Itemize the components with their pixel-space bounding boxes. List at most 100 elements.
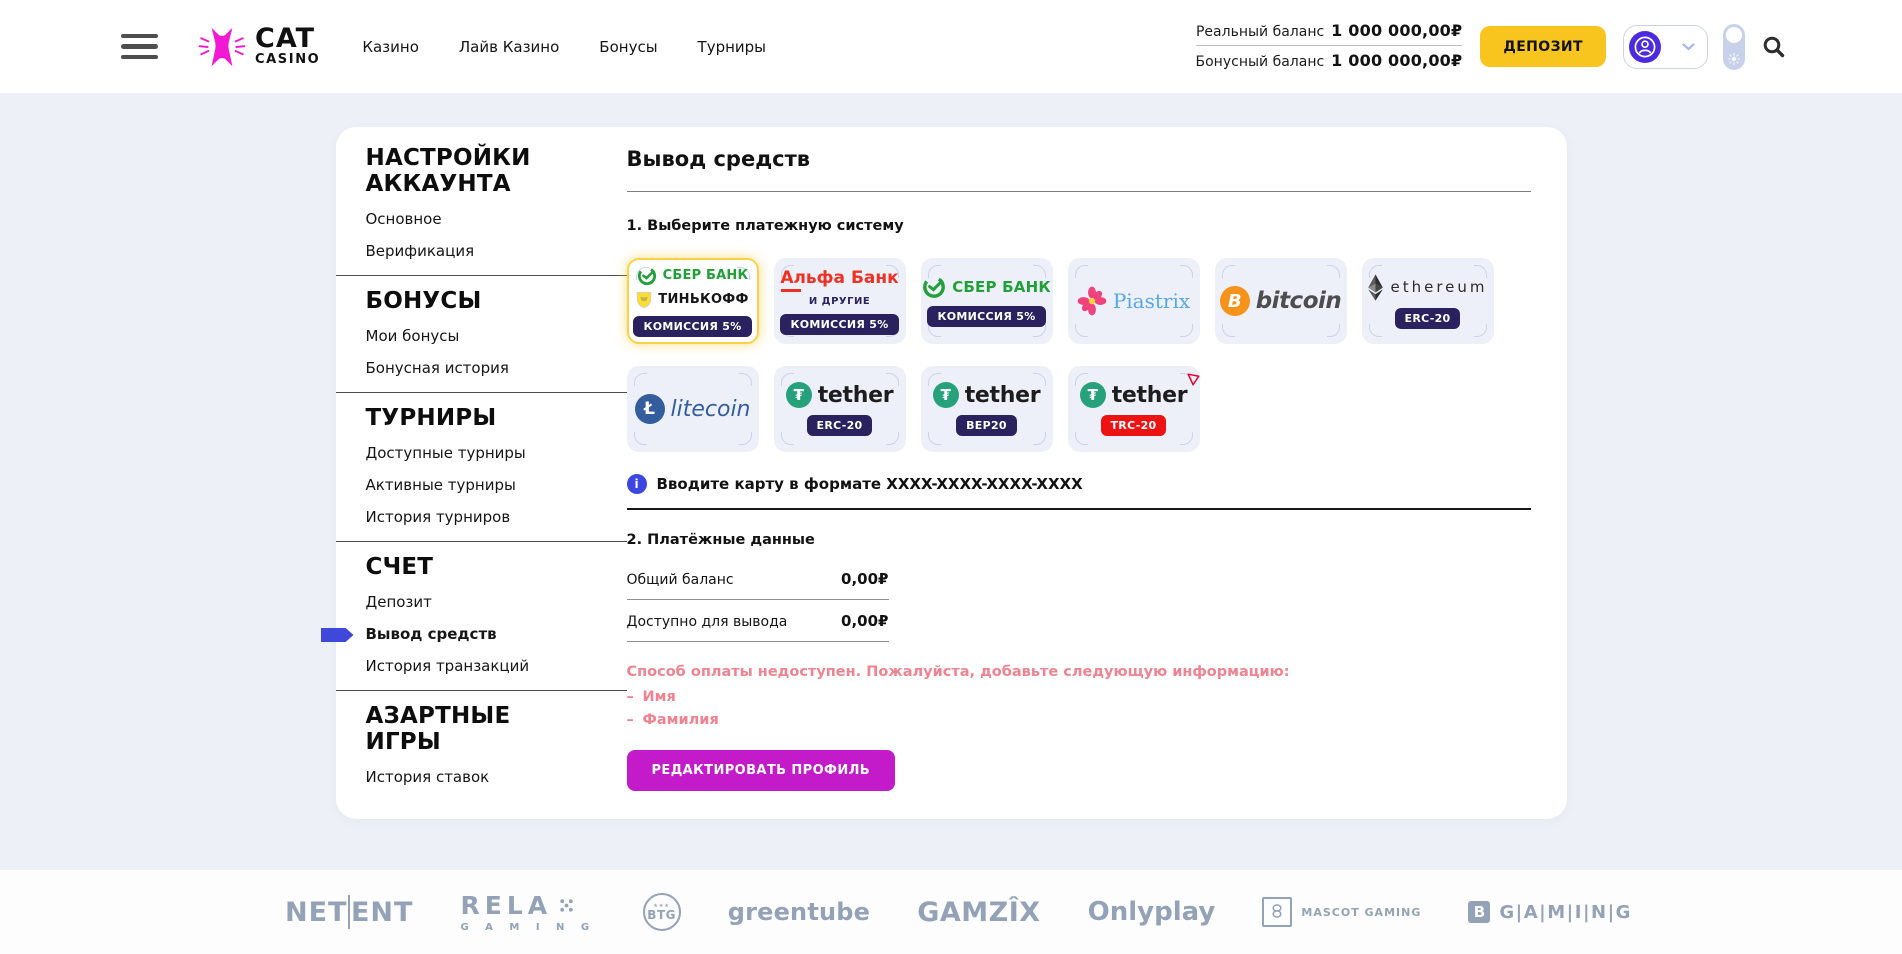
- hamburger-menu-icon[interactable]: [121, 34, 158, 60]
- network-badge: TRC-20: [1101, 415, 1167, 436]
- provider-logo-bgaming: B G|A|M|I|N|G: [1468, 901, 1632, 923]
- total-balance-value: 0,00₽: [841, 570, 888, 588]
- onlyplay-wordmark: Onlyplay: [1088, 897, 1216, 927]
- divider: [627, 508, 1531, 510]
- sidebar-section-tournaments: ТУРНИРЫ Доступные турниры Активные турни…: [336, 392, 627, 541]
- nav-tournaments[interactable]: Турниры: [698, 38, 766, 56]
- sidebar-item-available-tournaments[interactable]: Доступные турниры: [366, 444, 609, 463]
- nav-casino[interactable]: Казино: [362, 38, 419, 56]
- alfa-bank-sublabel: И ДРУГИЕ: [809, 296, 870, 307]
- provider-logo-mascot-gaming: MASCOT GAMING: [1262, 897, 1421, 927]
- tether-label: tether: [818, 383, 894, 408]
- provider-logo-btg: ★★★ BTG: [643, 893, 681, 931]
- tether-row: ₮ tether: [933, 382, 1041, 408]
- payment-tile-tether-bep20[interactable]: ₮ tether BEP20: [921, 366, 1053, 452]
- bitcoin-coin-icon: B: [1220, 286, 1250, 316]
- sidebar-section-title: НАСТРОЙКИ АККАУНТА: [366, 145, 581, 197]
- bonus-balance-row: Бонусный баланс 1 000 000,00₽: [1196, 48, 1463, 75]
- tinkoff-label: ТИНЬКОФФ: [658, 292, 748, 307]
- nav-live-casino[interactable]: Лайв Казино: [459, 38, 559, 56]
- logo-subtitle: CASINO: [255, 52, 320, 67]
- ethereum-label: ethereum: [1390, 278, 1487, 296]
- sidebar-item-my-bonuses[interactable]: Мои бонусы: [366, 327, 609, 346]
- alfa-bank-label: Альфа Банк: [780, 268, 898, 288]
- payment-tile-ethereum[interactable]: ethereum ERC-20: [1362, 258, 1494, 344]
- provider-logo-relax-gaming: RELA G A M I N G: [460, 891, 595, 933]
- sidebar-section-title: БОНУСЫ: [366, 288, 581, 314]
- gamzix-wordmark: GAMZÎX: [917, 897, 1040, 928]
- payment-tile-alfa-bank[interactable]: Альфа Банк И ДРУГИЕ КОМИССИЯ 5%: [774, 258, 906, 344]
- payment-tile-sberbank[interactable]: СБЕР БАНК КОМИССИЯ 5%: [921, 258, 1053, 344]
- provider-logo-gamzix: GAMZÎX: [917, 897, 1040, 928]
- missing-fields-list: Имя Фамилия: [627, 689, 1531, 728]
- sidebar-section-title: АЗАРТНЫЕ ИГРЫ: [366, 703, 581, 755]
- sidebar-section-account: СЧЕТ Депозит Вывод средств История транз…: [336, 541, 627, 690]
- payment-unavailable-warning: Способ оплаты недоступен. Пожалуйста, до…: [627, 664, 1531, 682]
- sidebar-item-verification[interactable]: Верификация: [366, 242, 609, 261]
- available-balance-value: 0,00₽: [841, 612, 888, 630]
- sberbank-row: СБЕР БАНК: [637, 266, 749, 286]
- theme-toggle[interactable]: [1723, 24, 1745, 70]
- tether-label: tether: [1112, 383, 1188, 408]
- provider-logo-netent: NET ENT: [285, 895, 413, 929]
- relax-sub: G A M I N G: [460, 922, 595, 933]
- avatar-icon: [1629, 31, 1661, 63]
- payment-tile-piastrix[interactable]: Piastrix: [1068, 258, 1200, 344]
- sidebar-item-tournament-history[interactable]: История турниров: [366, 508, 609, 527]
- network-badge: BEP20: [956, 415, 1017, 436]
- deposit-button[interactable]: ДЕПОЗИТ: [1480, 26, 1606, 67]
- sidebar-item-active-tournaments[interactable]: Активные турниры: [366, 476, 609, 495]
- profile-menu[interactable]: [1623, 25, 1708, 69]
- sidebar-item-transaction-history[interactable]: История транзакций: [366, 657, 609, 676]
- sidebar-item-withdrawal[interactable]: Вывод средств: [366, 625, 609, 644]
- real-balance-row: Реальный баланс 1 000 000,00₽: [1196, 18, 1463, 46]
- mascot-glyph: [1268, 903, 1286, 921]
- edit-profile-button[interactable]: РЕДАКТИРОВАТЬ ПРОФИЛЬ: [627, 750, 896, 791]
- network-badge: ERC-20: [1395, 308, 1461, 329]
- relax-dots-icon: [560, 899, 573, 912]
- sidebar-section-title: ТУРНИРЫ: [366, 405, 581, 431]
- divider: [627, 191, 1531, 192]
- missing-field-first-name: Имя: [627, 689, 1531, 705]
- sidebar-item-bonus-history[interactable]: Бонусная история: [366, 359, 609, 378]
- netent-part1: NET: [285, 897, 347, 928]
- real-balance-value: 1 000 000,00₽: [1331, 21, 1462, 40]
- sberbank-icon: [922, 275, 946, 299]
- toggle-knob: [1726, 27, 1742, 43]
- piastrix-row: Piastrix: [1077, 286, 1190, 316]
- bgaming-rest: G|A|M|I|N|G: [1499, 902, 1632, 923]
- payment-tile-tether-trc20[interactable]: ₮ tether TRC-20: [1068, 366, 1200, 452]
- commission-badge: КОМИССИЯ 5%: [927, 306, 1045, 327]
- real-balance-label: Реальный баланс: [1196, 24, 1324, 40]
- casino-logo[interactable]: CAT CASINO: [198, 26, 320, 68]
- step1-label: 1. Выберите платежную систему: [627, 218, 1531, 236]
- payment-tile-sber-tinkoff[interactable]: СБЕР БАНК ТИНЬКОФФ КОМИССИЯ 5%: [627, 258, 759, 344]
- payment-tile-tether-erc20[interactable]: ₮ tether ERC-20: [774, 366, 906, 452]
- providers-footer: NET ENT RELA G A M I N G ★★★ BTG: [0, 870, 1902, 954]
- payment-tile-litecoin[interactable]: Ł litecoin: [627, 366, 759, 452]
- btg-label: BTG: [647, 909, 676, 921]
- piastrix-flower-icon: [1077, 286, 1107, 316]
- payment-methods-grid: СБЕР БАНК ТИНЬКОФФ КОМИССИЯ 5% Альфа Бан…: [627, 258, 1531, 452]
- nav-bonuses[interactable]: Бонусы: [599, 38, 657, 56]
- tether-row: ₮ tether: [1080, 382, 1188, 408]
- mascot-emblem-icon: [1262, 897, 1292, 927]
- tether-coin-icon: ₮: [1080, 382, 1106, 408]
- netent-line: [348, 895, 350, 929]
- bonus-balance-label: Бонусный баланс: [1196, 54, 1325, 70]
- mascot-wordmark: MASCOT GAMING: [1301, 906, 1421, 919]
- sidebar-item-label: Вывод средств: [366, 625, 497, 643]
- sidebar-item-bet-history[interactable]: История ставок: [366, 768, 609, 787]
- page-title: Вывод средств: [627, 147, 1531, 171]
- chevron-down-icon: [1682, 43, 1695, 51]
- card-format-hint: i Вводите карту в формате XXXX-XXXX-XXXX…: [627, 474, 1531, 494]
- sidebar-item-deposit[interactable]: Депозит: [366, 593, 609, 612]
- total-balance-row: Общий баланс 0,00₽: [627, 570, 889, 600]
- search-icon: [1762, 35, 1786, 59]
- withdrawal-panel: Вывод средств 1. Выберите платежную сист…: [627, 127, 1567, 819]
- sberbank-label: СБЕР БАНК: [952, 278, 1051, 296]
- search-button[interactable]: [1762, 35, 1786, 59]
- sberbank-row: СБЕР БАНК: [922, 275, 1051, 299]
- payment-tile-bitcoin[interactable]: B bitcoin: [1215, 258, 1347, 344]
- sidebar-item-main[interactable]: Основное: [366, 210, 609, 229]
